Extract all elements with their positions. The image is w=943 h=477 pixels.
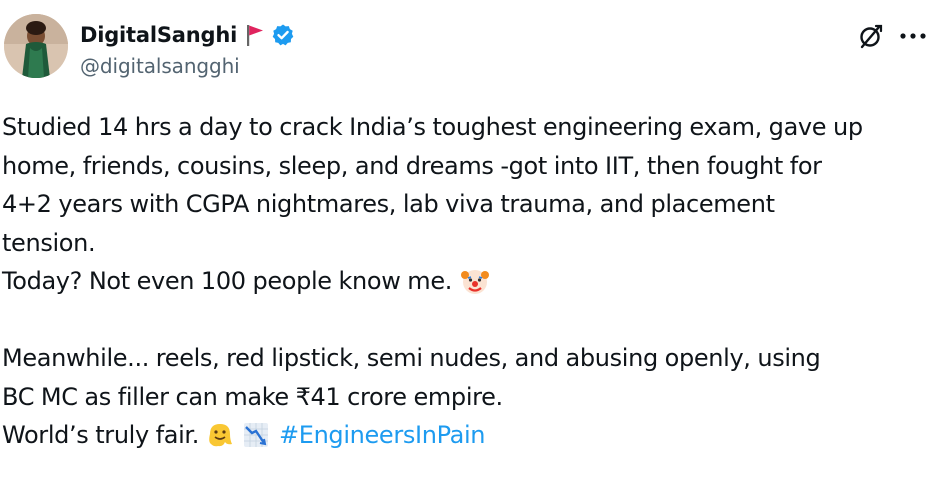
tweet-header: DigitalSanghi @digitalsangghi bbox=[0, 0, 943, 90]
tweet-line-with-emoji: Today? Not even 100 people know me. bbox=[2, 262, 932, 301]
more-options-icon[interactable] bbox=[898, 24, 928, 48]
tweet-line: Today? Not even 100 people know me. bbox=[2, 267, 453, 295]
chart-decreasing-emoji bbox=[241, 420, 271, 450]
tweet-line: 4+2 years with CGPA nightmares, lab viva… bbox=[2, 190, 775, 218]
hashtag-link[interactable]: #EngineersInPain bbox=[279, 416, 486, 455]
tweet-line: home, friends, cousins, sleep, and dream… bbox=[2, 151, 822, 180]
tweet-line: Studied 14 hrs a day to crack India’s to… bbox=[2, 113, 863, 141]
tweet-line: tension. bbox=[2, 228, 96, 257]
name-row: DigitalSanghi bbox=[80, 20, 295, 50]
tweet-line-with-hashtag: World’s truly fair. #EngineersInPain bbox=[2, 416, 932, 455]
tweet-line: World’s truly fair. bbox=[2, 421, 199, 449]
grok-icon[interactable] bbox=[857, 22, 885, 50]
verified-badge-icon bbox=[271, 23, 295, 47]
display-name[interactable]: DigitalSanghi bbox=[80, 23, 237, 47]
tweet-line: Meanwhile... reels, red lipstick, semi n… bbox=[2, 344, 821, 372]
handle[interactable]: @digitalsangghi bbox=[80, 54, 240, 78]
tweet-text: Studied 14 hrs a day to crack India’s to… bbox=[2, 108, 932, 455]
red-flag-icon bbox=[245, 23, 265, 47]
avatar[interactable] bbox=[4, 14, 68, 78]
clown-face-emoji bbox=[460, 266, 490, 296]
melting-face-emoji bbox=[205, 420, 235, 450]
tweet-card: DigitalSanghi @digitalsangghi Studied 14… bbox=[0, 0, 943, 477]
tweet-line: BC MC as filler can make ₹41 crore empir… bbox=[2, 382, 503, 411]
